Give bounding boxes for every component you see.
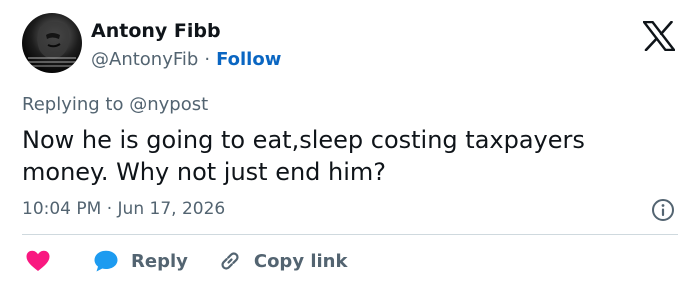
info-icon[interactable] bbox=[651, 198, 675, 222]
reply-label: Reply bbox=[131, 250, 188, 272]
reply-context: Replying to @nypost bbox=[22, 94, 208, 115]
like-button[interactable] bbox=[22, 249, 51, 273]
x-logo-icon[interactable] bbox=[642, 20, 676, 52]
tweet-text: Now he is going to eat,sleep costing tax… bbox=[22, 126, 585, 186]
follow-button[interactable]: Follow bbox=[216, 49, 281, 70]
reply-button[interactable]: Reply bbox=[93, 249, 188, 273]
reply-mention[interactable]: @nypost bbox=[129, 94, 208, 115]
avatar[interactable] bbox=[22, 13, 82, 73]
author-name[interactable]: Antony Fibb bbox=[91, 20, 221, 42]
tweet-time: 10:04 PM bbox=[22, 199, 102, 219]
reply-context-prefix: Replying to bbox=[22, 94, 124, 115]
copy-link-button[interactable]: Copy link bbox=[218, 249, 348, 273]
author-handle-row: @AntonyFib · Follow bbox=[91, 49, 281, 70]
copy-link-label: Copy link bbox=[253, 250, 348, 272]
timestamp-separator: · bbox=[106, 199, 113, 219]
link-icon bbox=[221, 252, 239, 270]
handle-separator: · bbox=[204, 49, 211, 70]
divider bbox=[22, 234, 678, 235]
speech-bubble-icon bbox=[94, 250, 118, 272]
heart-icon bbox=[26, 250, 50, 271]
tweet-date: Jun 17, 2026 bbox=[117, 199, 226, 219]
tweet-timestamp[interactable]: 10:04 PM · Jun 17, 2026 bbox=[22, 199, 225, 219]
tweet-card: Antony Fibb @AntonyFib · Follow Replying t… bbox=[0, 0, 700, 287]
author-handle[interactable]: @AntonyFib bbox=[91, 49, 198, 70]
avatar-image bbox=[26, 21, 78, 67]
action-bar: Reply Copy link bbox=[22, 246, 347, 276]
